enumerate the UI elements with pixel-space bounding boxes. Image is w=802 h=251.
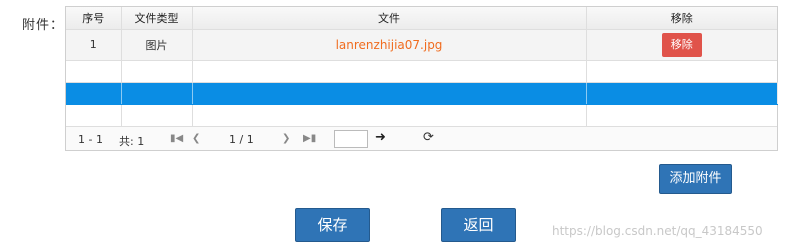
col-header-index[interactable]: 序号	[66, 7, 122, 30]
save-button[interactable]: 保存	[295, 208, 370, 242]
cell-remove: 移除	[586, 29, 777, 61]
page-number-input[interactable]	[334, 130, 368, 148]
refresh-icon[interactable]: ⟳	[423, 130, 434, 145]
col-header-type[interactable]: 文件类型	[121, 7, 193, 30]
pager-range: 1 - 1	[78, 133, 103, 146]
arrow-right-icon[interactable]: ➜	[375, 130, 386, 145]
attachment-label: 附件：	[22, 18, 65, 33]
cell-index: 1	[66, 29, 122, 61]
pager-page-info: 1 / 1	[229, 133, 254, 146]
back-button[interactable]: 返回	[441, 208, 516, 242]
remove-button[interactable]: 移除	[661, 32, 702, 57]
cell-type: 图片	[121, 29, 193, 61]
first-page-icon[interactable]: ▮◀	[170, 133, 183, 144]
col-header-file[interactable]: 文件	[192, 7, 587, 30]
col-header-remove[interactable]: 移除	[586, 7, 777, 30]
attachment-table: 序号 文件类型 文件 移除 1 图片 lanrenzhijia07.jpg 移除	[66, 7, 778, 127]
attachment-grid: 序号 文件类型 文件 移除 1 图片 lanrenzhijia07.jpg 移除…	[65, 6, 778, 151]
prev-page-icon[interactable]: ❮	[192, 133, 200, 144]
add-attachment-button[interactable]: 添加附件	[659, 164, 732, 194]
file-link[interactable]: lanrenzhijia07.jpg	[336, 38, 443, 52]
empty-row[interactable]	[66, 104, 777, 127]
last-page-icon[interactable]: ▶▮	[303, 133, 316, 144]
pager-bar: 1 - 1 共: 1 ▮◀ ❮ 1 / 1 ❯ ▶▮ ➜ ⟳	[66, 126, 777, 150]
selected-empty-row[interactable]	[66, 82, 778, 105]
pager-total: 共: 1	[119, 135, 145, 148]
cell-file: lanrenzhijia07.jpg	[192, 29, 587, 61]
table-header-row: 序号 文件类型 文件 移除	[66, 7, 777, 30]
table-row[interactable]: 1 图片 lanrenzhijia07.jpg 移除	[66, 29, 777, 61]
next-page-icon[interactable]: ❯	[282, 133, 290, 144]
empty-row[interactable]	[66, 60, 777, 83]
watermark: https://blog.csdn.net/qq_43184550	[552, 224, 763, 238]
